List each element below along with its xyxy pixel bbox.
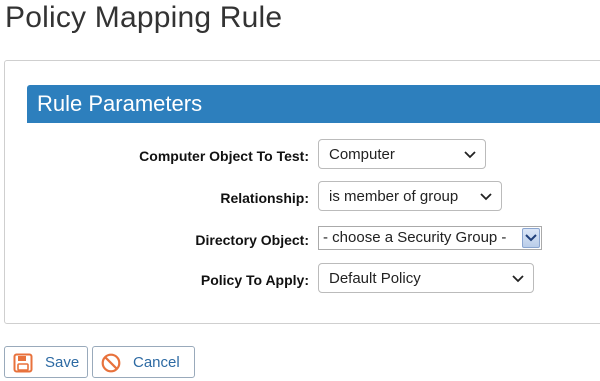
policy-value: Default Policy	[329, 270, 421, 287]
policy-label: Policy To Apply:	[200, 272, 309, 288]
directory-object-label: Directory Object:	[195, 232, 309, 248]
chevron-down-icon	[480, 193, 492, 201]
form-row-relationship: Relationship: is member of group	[5, 181, 600, 215]
floppy-disk-icon	[13, 353, 33, 373]
form-row-computer-object: Computer Object To Test: Computer	[5, 139, 600, 173]
save-label: Save	[45, 354, 80, 371]
directory-object-value: - choose a Security Group -	[323, 229, 507, 246]
section-title: Rule Parameters	[37, 91, 203, 116]
cancel-button[interactable]: Cancel	[92, 346, 195, 378]
chevron-down-icon	[464, 151, 476, 159]
prohibited-icon	[101, 353, 121, 373]
form-row-directory-object: Directory Object: - choose a Security Gr…	[5, 223, 600, 257]
computer-object-select[interactable]: Computer	[318, 139, 486, 169]
relationship-select[interactable]: is member of group	[318, 181, 502, 211]
chevron-down-icon	[512, 275, 524, 283]
computer-object-value: Computer	[329, 146, 395, 163]
save-button[interactable]: Save	[4, 346, 88, 378]
rule-panel: Rule Parameters Computer Object To Test:…	[4, 60, 600, 324]
dropdown-button[interactable]	[522, 228, 540, 248]
directory-object-select[interactable]: - choose a Security Group -	[318, 226, 542, 250]
form-row-policy: Policy To Apply: Default Policy	[5, 263, 600, 297]
relationship-label: Relationship:	[220, 190, 309, 206]
computer-object-label: Computer Object To Test:	[139, 148, 309, 164]
page-title: Policy Mapping Rule	[5, 1, 283, 34]
cancel-label: Cancel	[133, 354, 180, 371]
section-header: Rule Parameters	[27, 85, 600, 123]
chevron-down-icon	[525, 234, 537, 242]
relationship-value: is member of group	[329, 188, 459, 205]
policy-select[interactable]: Default Policy	[318, 263, 534, 293]
